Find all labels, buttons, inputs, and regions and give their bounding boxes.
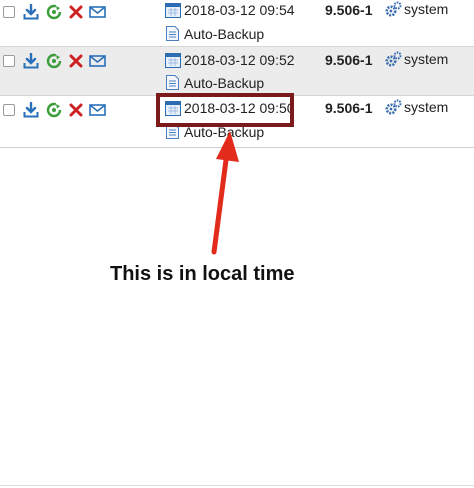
backup-version: 9.506-1 — [325, 2, 373, 18]
gears-icon — [385, 1, 402, 18]
restore-icon[interactable] — [46, 53, 62, 69]
download-icon[interactable] — [23, 4, 39, 20]
table-row: 2018-03-12 09:54 9.506-1 system Auto-Bac… — [0, 0, 474, 46]
backup-user: system — [404, 1, 449, 17]
backup-user: system — [404, 99, 449, 115]
backup-version: 9.506-1 — [325, 100, 373, 116]
calendar-icon — [165, 3, 181, 18]
row-checkbox[interactable] — [3, 6, 15, 18]
page-bottom-border — [0, 485, 474, 486]
backup-date[interactable]: 2018-03-12 09:54 — [184, 2, 295, 18]
download-icon[interactable] — [23, 53, 39, 69]
document-icon — [166, 75, 179, 90]
document-icon — [166, 26, 179, 41]
annotation-text: This is in local time — [110, 263, 295, 285]
restore-icon[interactable] — [46, 102, 62, 118]
table-bottom-border — [0, 147, 474, 148]
row-checkbox[interactable] — [3, 104, 15, 116]
restore-icon[interactable] — [46, 4, 62, 20]
email-icon[interactable] — [89, 53, 106, 69]
gears-icon — [385, 51, 402, 68]
download-icon[interactable] — [23, 102, 39, 118]
gears-icon — [385, 99, 402, 116]
backup-user: system — [404, 51, 449, 67]
delete-icon[interactable] — [68, 4, 84, 20]
backup-note: Auto-Backup — [184, 26, 265, 42]
backup-date[interactable]: 2018-03-12 09:52 — [184, 52, 295, 68]
calendar-icon — [165, 53, 181, 68]
highlight-box — [156, 93, 294, 127]
delete-icon[interactable] — [68, 102, 84, 118]
backup-version: 9.506-1 — [325, 52, 373, 68]
backup-note: Auto-Backup — [184, 75, 265, 91]
table-row: 2018-03-12 09:52 9.506-1 system Auto-Bac… — [0, 46, 474, 96]
email-icon[interactable] — [89, 4, 106, 20]
email-icon[interactable] — [89, 102, 106, 118]
row-checkbox[interactable] — [3, 55, 15, 67]
delete-icon[interactable] — [68, 53, 84, 69]
